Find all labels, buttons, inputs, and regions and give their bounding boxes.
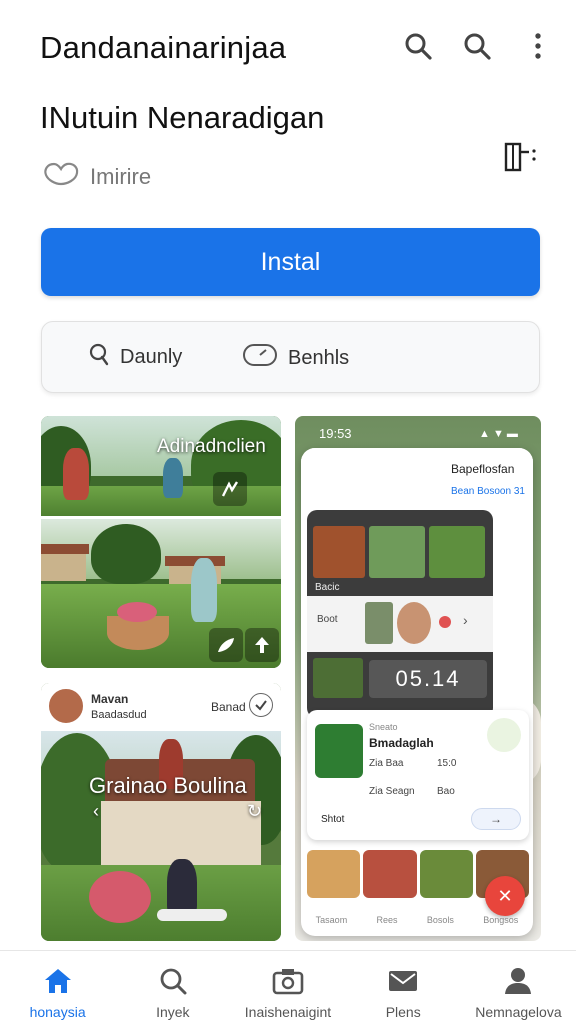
- house: [101, 801, 261, 865]
- search-icon[interactable]: [402, 30, 434, 62]
- nav-search[interactable]: Inyek: [115, 951, 230, 1024]
- screenshot-card-b[interactable]: Mavan Baadasdud Banad Grainao Boulina ‹ …: [41, 683, 281, 941]
- leaf-icon: [209, 628, 243, 662]
- thumbnail[interactable]: [365, 602, 393, 644]
- screenshot-card-c[interactable]: 19:53 ▲ ▼ ▬ ● Bapeflosfan Bean Bosoon 31…: [295, 416, 541, 941]
- food-thumb[interactable]: [419, 850, 473, 898]
- person-figure: [63, 448, 89, 500]
- arrow-up-icon[interactable]: [245, 628, 279, 662]
- avatar[interactable]: [47, 687, 85, 725]
- nav-camera[interactable]: Inaishenaigint: [230, 951, 345, 1024]
- rating-row: Imirire: [42, 160, 151, 194]
- profile-icon: [503, 967, 533, 998]
- chip-container: Daunly Benhls: [41, 321, 540, 393]
- chevron-left-icon: ‹: [93, 801, 99, 821]
- phone-header: Bapeflosfan Bean Bosoon 31: [301, 448, 533, 510]
- nav-mail[interactable]: Plens: [346, 951, 461, 1024]
- phone-subtitle: Bean Bosoon 31: [451, 486, 525, 497]
- meta-4: Bao: [437, 786, 455, 797]
- meta-2: 15:0: [437, 758, 457, 769]
- thumbnail[interactable]: [429, 526, 485, 578]
- thumbnail[interactable]: [313, 658, 363, 698]
- card-header-sub: Baadasdud: [91, 709, 147, 721]
- food-thumb[interactable]: [307, 850, 361, 898]
- food-thumb[interactable]: [363, 850, 417, 898]
- person-figure: [163, 458, 183, 498]
- gesture-icon: [213, 472, 247, 506]
- flower-bush: [89, 871, 151, 923]
- app-title: Dandanainarinjaa: [40, 30, 287, 65]
- search-icon-secondary[interactable]: [461, 30, 493, 62]
- nav-home[interactable]: honaysia: [0, 951, 115, 1024]
- badge-icon: [487, 718, 521, 752]
- card-header: Mavan Baadasdud Banad: [41, 683, 281, 731]
- row-strip: Boot ›: [307, 596, 493, 652]
- thumb-label: Bacic: [315, 582, 340, 593]
- chip-label: Daunly: [120, 345, 183, 368]
- speed-icon: [242, 342, 278, 374]
- arrow-right-icon[interactable]: →: [471, 808, 521, 830]
- card-header-right: Banad: [211, 700, 246, 714]
- phone-nav-item[interactable]: Tasaom: [316, 915, 348, 925]
- card-overlay-title: Adinadnclien: [157, 436, 266, 457]
- phone-nav-item[interactable]: Rees: [377, 915, 398, 925]
- app-icon: [315, 724, 363, 778]
- person-figure: [191, 558, 217, 622]
- home-icon: [43, 967, 73, 998]
- top-app-bar: Dandanainarinjaa: [0, 0, 576, 92]
- card-overlay-title: Grainao Boulina: [89, 773, 247, 798]
- signal-icon: ▲ ▼ ▬: [479, 428, 518, 440]
- chip-label: Benhls: [288, 346, 350, 369]
- chevron-right-icon[interactable]: ›: [463, 612, 468, 628]
- thumbnail[interactable]: [313, 526, 365, 578]
- feature-label: Shtot: [321, 814, 345, 825]
- meta-1: Zia Baa: [369, 758, 404, 769]
- search-icon: [88, 342, 110, 372]
- status-time: 19:53: [319, 426, 352, 441]
- nav-label: Plens: [385, 1004, 421, 1020]
- screenshot-card-a[interactable]: Adinadnclien: [41, 416, 281, 668]
- nav-label: Nemnagelova: [475, 1004, 562, 1020]
- roof: [41, 544, 89, 554]
- chip-benhls[interactable]: Benhls: [242, 342, 349, 374]
- phone-mockup: Bapeflosfan Bean Bosoon 31 Bacic Boot › …: [301, 448, 533, 936]
- phone-title: Bapeflosfan: [451, 462, 515, 476]
- app-name: Bmadaglah: [369, 736, 434, 750]
- bookmark-flag-icon[interactable]: [503, 140, 541, 176]
- record-icon[interactable]: [439, 616, 451, 628]
- nav-label: Inyek: [156, 1004, 190, 1020]
- page-title: INutuin Nenaradigan: [40, 100, 325, 135]
- chip-daunly[interactable]: Daunly: [88, 342, 182, 372]
- search-icon: [158, 967, 188, 998]
- nav-label: Inaishenaigint: [244, 1004, 332, 1020]
- thumbnail[interactable]: [397, 602, 431, 644]
- check-icon[interactable]: [249, 693, 273, 717]
- inner-phone-screen: Bacic Boot › 05.14: [307, 510, 493, 718]
- app-detail-card[interactable]: Sneato Bmadaglah Zia Baa 15:0 Zia Seagn …: [307, 710, 529, 840]
- refresh-icon: ↻: [247, 801, 263, 821]
- phone-nav-item[interactable]: Bosols: [427, 915, 454, 925]
- palm-foliage: [91, 524, 161, 584]
- sub-label: Imirire: [90, 164, 152, 189]
- meta-3: Zia Seagn: [369, 786, 415, 797]
- install-button[interactable]: Instal: [41, 228, 540, 296]
- lawn: [41, 865, 281, 941]
- nav-label: honaysia: [29, 1004, 86, 1020]
- camera-icon: [272, 967, 304, 998]
- heart-outline-icon: [42, 161, 80, 193]
- mail-icon: [387, 967, 419, 998]
- thumbnail[interactable]: [369, 526, 425, 578]
- flower: [117, 602, 157, 622]
- card-header-name: Mavan: [91, 692, 129, 706]
- mat: [157, 909, 227, 921]
- phone-bottom-nav: Tasaom Rees Bosols Bongsos: [301, 903, 533, 936]
- more-vert-icon[interactable]: [522, 30, 554, 62]
- app-tag: Sneato: [369, 722, 398, 732]
- house: [41, 551, 86, 581]
- nav-profile[interactable]: Nemnagelova: [461, 951, 576, 1024]
- row-label: Boot: [317, 614, 338, 625]
- phone-nav-item[interactable]: Bongsos: [483, 915, 518, 925]
- bottom-navigation: honaysia Inyek Inaishenaigint Plens Nemn…: [0, 950, 576, 1024]
- counter-display: 05.14: [369, 660, 487, 698]
